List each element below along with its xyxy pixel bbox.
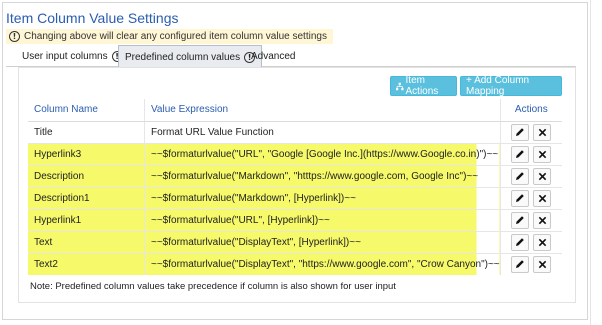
item-actions-button[interactable]: Item Actions	[390, 75, 457, 97]
pencil-icon	[516, 216, 525, 224]
cell-value-expression: ~~$formaturlvalue("Markdown", [Hyperlink…	[144, 186, 501, 209]
close-icon	[538, 238, 547, 246]
edit-button[interactable]	[511, 167, 530, 185]
close-icon	[538, 216, 547, 224]
warning-text: Changing above will clear any configured…	[24, 31, 327, 42]
pencil-icon	[516, 128, 525, 136]
delete-button[interactable]	[533, 255, 552, 273]
delete-button[interactable]	[533, 123, 552, 141]
table-row: Hyperlink3 ~~$formaturlvalue("URL", "Goog…	[28, 142, 562, 165]
cell-column-name: Title	[28, 120, 145, 143]
pencil-icon	[516, 260, 525, 269]
tab-advanced[interactable]: Advanced	[245, 45, 301, 67]
tab-label: Predefined column values	[125, 51, 241, 63]
edit-button[interactable]	[511, 123, 530, 141]
table-row: Title Format URL Value Function	[28, 120, 562, 143]
column-mapping-table: Column Name Value Expression Actions Tit…	[28, 99, 562, 275]
cell-column-name: Hyperlink3	[28, 142, 145, 165]
delete-button[interactable]	[533, 145, 552, 163]
cell-value-expression: Format URL Value Function	[144, 120, 501, 143]
cell-value-expression: ~~$formaturlvalue("URL", "Google [Google…	[144, 142, 501, 165]
table-row: Hyperlink1 ~~$formaturlvalue("URL", [Hype…	[28, 208, 562, 231]
tab-user-input-columns[interactable]: User input columns !	[16, 45, 129, 67]
scrollbar-gutter[interactable]	[590, 0, 602, 325]
close-icon	[538, 150, 547, 158]
table-header-row: Column Name Value Expression Actions	[28, 99, 562, 122]
tab-label: User input columns	[22, 50, 108, 62]
sitemap-icon	[396, 82, 404, 90]
table-row: Description ~~$formaturlvalue("Markdown",…	[28, 164, 562, 187]
add-column-mapping-button[interactable]: + Add Column Mapping	[460, 75, 562, 97]
close-icon	[538, 260, 547, 268]
cell-actions	[500, 186, 562, 209]
cell-actions	[500, 252, 562, 275]
edit-button[interactable]	[511, 255, 530, 273]
pencil-icon	[516, 238, 525, 246]
cell-column-name: Text	[28, 230, 145, 253]
close-icon	[538, 172, 547, 180]
close-icon	[538, 128, 547, 136]
edit-button[interactable]	[511, 233, 530, 251]
header-actions: Actions	[500, 99, 562, 122]
cell-column-name: Text2	[28, 252, 145, 275]
cell-actions	[500, 120, 562, 143]
pencil-icon	[516, 194, 525, 202]
cell-column-name: Hyperlink1	[28, 208, 145, 231]
close-icon	[538, 194, 547, 202]
warning-icon: !	[9, 31, 20, 42]
table-row: Text2 ~~$formaturlvalue("DisplayText", "h…	[28, 252, 562, 275]
delete-button[interactable]	[533, 167, 552, 185]
delete-button[interactable]	[533, 233, 552, 251]
cell-value-expression: ~~$formaturlvalue("DisplayText", "https:…	[144, 252, 501, 275]
delete-button[interactable]	[533, 211, 552, 229]
cell-value-expression: ~~$formaturlvalue("Markdown", "htttps://…	[144, 164, 501, 187]
delete-button[interactable]	[533, 189, 552, 207]
cell-actions	[500, 230, 562, 253]
cell-actions	[500, 164, 562, 187]
tab-bar: User input columns ! Predefined column v…	[6, 44, 576, 68]
warning-banner: ! Changing above will clear any configur…	[6, 29, 333, 44]
table-row: Text ~~$formaturlvalue("DisplayText", [Hy…	[28, 230, 562, 253]
table-row: Description1 ~~$formaturlvalue("Markdown"…	[28, 186, 562, 209]
cell-column-name: Description	[28, 164, 145, 187]
item-actions-label: Item Actions	[405, 75, 439, 97]
edit-button[interactable]	[511, 189, 530, 207]
cell-column-name: Description1	[28, 186, 145, 209]
tab-label: Advanced	[251, 50, 296, 62]
page-title: Item Column Value Settings	[6, 10, 179, 26]
pencil-icon	[516, 150, 525, 158]
cell-actions	[500, 142, 562, 165]
cell-value-expression: ~~$formaturlvalue("DisplayText", [Hyperl…	[144, 230, 501, 253]
header-value-expression: Value Expression	[144, 99, 501, 122]
pencil-icon	[516, 172, 525, 180]
edit-button[interactable]	[511, 211, 530, 229]
header-column-name: Column Name	[28, 99, 145, 122]
tab-predefined-column-values[interactable]: Predefined column values !	[118, 45, 263, 68]
cell-value-expression: ~~$formaturlvalue("URL", [Hyperlink])~~	[144, 208, 501, 231]
footer-note: Note: Predefined column values take prec…	[30, 281, 396, 292]
cell-actions	[500, 208, 562, 231]
add-column-mapping-label: + Add Column Mapping	[466, 75, 530, 97]
edit-button[interactable]	[511, 145, 530, 163]
